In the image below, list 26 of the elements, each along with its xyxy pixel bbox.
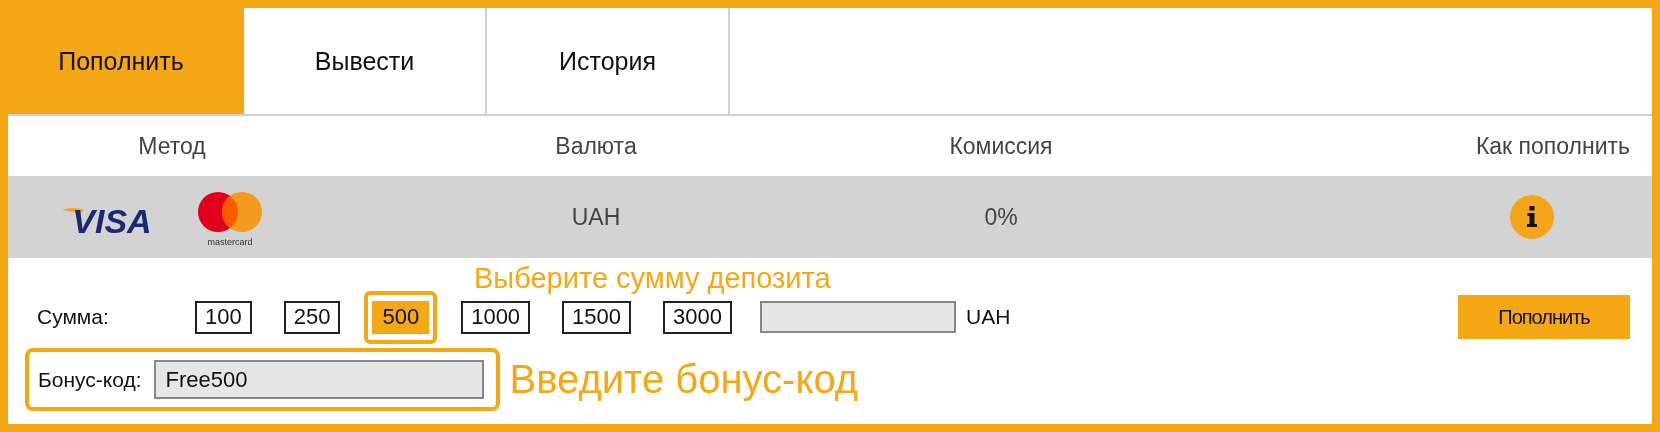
amount-option[interactable]: 3000 (663, 300, 732, 334)
column-header: Валюта (555, 132, 637, 160)
table-cell: UAH (571, 203, 621, 231)
amount-label: Сумма: (37, 305, 110, 329)
annotation-text: Выберите сумму депозита (474, 262, 831, 294)
annotation-text: Введите бонус-код (509, 357, 859, 402)
currency-label: UAH (966, 305, 1011, 329)
method-row[interactable]: VISA mastercard UAH 0% (8, 176, 1652, 258)
tab[interactable]: История (487, 8, 730, 114)
mastercard-logo: mastercard (192, 190, 268, 250)
amount-option[interactable]: 1000 (461, 300, 531, 334)
column-header: Комиссия (949, 132, 1053, 160)
bonus-label: Бонус-код: (38, 367, 142, 392)
deposit-button[interactable]: Пополнить (1458, 295, 1630, 339)
amount-field[interactable] (760, 301, 956, 333)
info-icon[interactable] (1510, 195, 1554, 239)
amount-option[interactable]: 1500 (562, 300, 632, 334)
amount-option[interactable]: 500 (372, 300, 430, 334)
table-cell: 0% (984, 203, 1018, 231)
column-header: Метод (138, 132, 206, 160)
bonus-code-field[interactable]: Free500 (153, 360, 484, 399)
amount-option[interactable]: 100 (195, 300, 252, 334)
amount-option[interactable]: 250 (283, 300, 341, 334)
column-header: Как пополнить (1475, 132, 1631, 160)
visa-logo: VISA (60, 200, 164, 240)
tab[interactable]: Вывести (244, 8, 487, 114)
